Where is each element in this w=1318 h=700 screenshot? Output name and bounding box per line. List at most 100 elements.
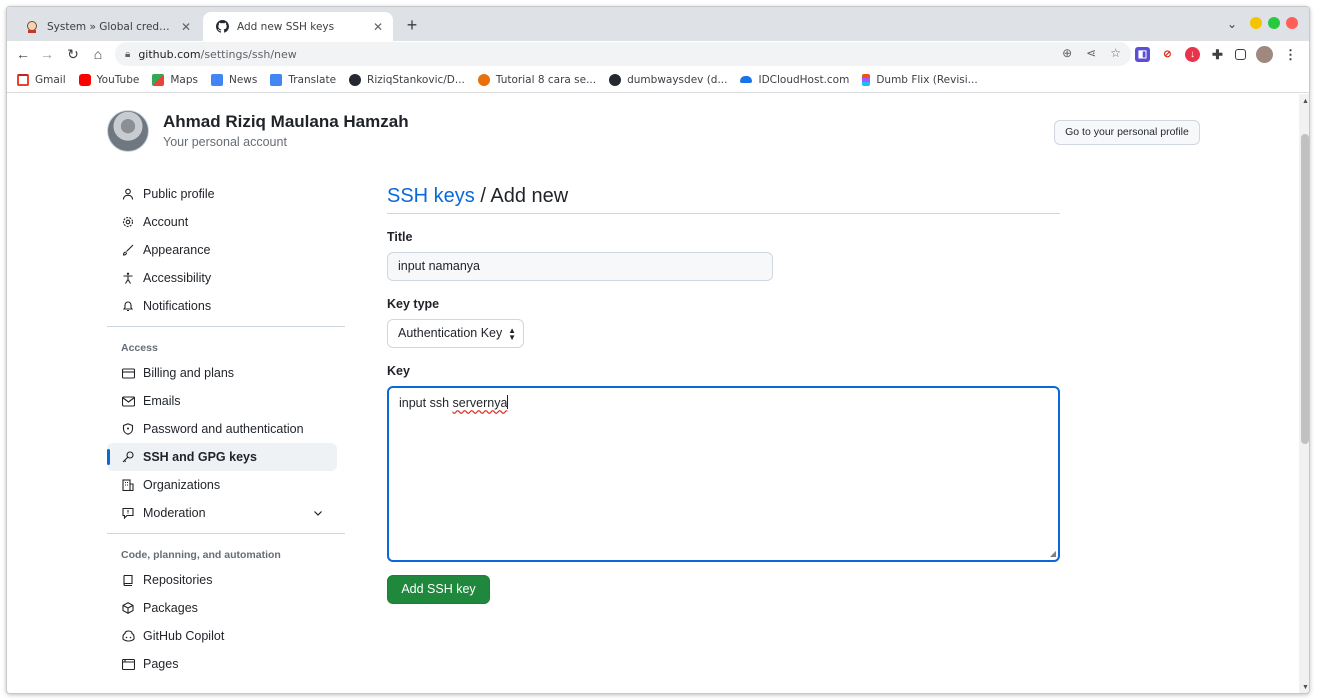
sidebar-item-github-copilot[interactable]: GitHub Copilot bbox=[107, 622, 347, 650]
go-to-profile-button[interactable]: Go to your personal profile bbox=[1054, 120, 1200, 145]
sidebar-item-label: Repositories bbox=[143, 573, 213, 587]
browser-toolbar: ← → ↻ ⌂ 🔒︎ github.com/settings/ssh/new ⊕… bbox=[7, 41, 1309, 67]
bookmark-dumbflix[interactable]: Dumb Flix (Revisi... bbox=[862, 73, 978, 86]
lock-icon[interactable]: 🔒︎ bbox=[125, 49, 130, 60]
sidebar-item-label: Moderation bbox=[143, 506, 206, 520]
sidebar-heading-access: Access bbox=[121, 342, 158, 354]
tab-jenkins-credentials[interactable]: System » Global credentials (u ✕ bbox=[13, 12, 201, 41]
sidebar-item-emails[interactable]: Emails bbox=[107, 387, 347, 415]
youtube-icon bbox=[78, 73, 91, 86]
close-icon[interactable]: ✕ bbox=[179, 20, 193, 34]
bookmark-dumbwaysdev[interactable]: dumbwaysdev (d... bbox=[609, 73, 727, 86]
sidebar-item-label: SSH and GPG keys bbox=[143, 450, 257, 464]
minimize-button[interactable] bbox=[1250, 17, 1262, 29]
sidebar-item-account[interactable]: Account bbox=[107, 208, 347, 236]
repo-icon bbox=[121, 573, 135, 587]
key-label: Key bbox=[387, 364, 410, 378]
sidebar-item-organizations[interactable]: Organizations bbox=[107, 471, 347, 499]
scroll-down-arrow-icon[interactable]: ▼ bbox=[1302, 684, 1309, 691]
sidebar-item-password-authentication[interactable]: Password and authentication bbox=[107, 415, 347, 443]
github-settings-page: Ahmad Riziq Maulana Hamzah Your personal… bbox=[7, 94, 1297, 693]
extension-purple-icon[interactable]: ◧ bbox=[1135, 47, 1150, 62]
close-icon[interactable]: ✕ bbox=[371, 20, 385, 34]
paintbrush-icon bbox=[121, 243, 135, 257]
report-icon bbox=[121, 506, 135, 520]
chevron-down-icon[interactable] bbox=[313, 507, 323, 521]
bookmark-youtube[interactable]: YouTube bbox=[78, 73, 139, 86]
bookmarks-bar: Gmail YouTube Maps News Translate RiziqS… bbox=[7, 67, 1309, 93]
home-icon[interactable]: ⌂ bbox=[88, 44, 108, 64]
avatar[interactable] bbox=[107, 110, 149, 152]
sidebar-item-accessibility[interactable]: Accessibility bbox=[107, 264, 347, 292]
bookmark-gmail[interactable]: Gmail bbox=[17, 73, 66, 86]
sidebar-item-label: Account bbox=[143, 215, 189, 229]
copilot-icon bbox=[121, 629, 135, 643]
account-name: Ahmad Riziq Maulana Hamzah bbox=[163, 112, 409, 131]
tab-strip: System » Global credentials (u ✕ Add new… bbox=[7, 7, 1309, 41]
sidebar-divider bbox=[107, 533, 345, 534]
bookmark-translate[interactable]: Translate bbox=[270, 73, 336, 86]
tab-add-ssh-keys[interactable]: Add new SSH keys ✕ bbox=[203, 12, 393, 41]
star-bookmark-icon[interactable]: ☆ bbox=[1110, 46, 1121, 60]
sidebar-item-appearance[interactable]: Appearance bbox=[107, 236, 347, 264]
text-caret bbox=[507, 395, 509, 409]
breadcrumb-ssh-keys-link[interactable]: SSH keys bbox=[387, 185, 475, 207]
sidebar-item-pages[interactable]: Pages bbox=[107, 650, 347, 678]
mail-icon bbox=[121, 394, 135, 408]
key-text-misspelled: servernya bbox=[452, 396, 508, 410]
profile-avatar-icon[interactable] bbox=[1256, 46, 1273, 63]
sidebar-item-repositories[interactable]: Repositories bbox=[107, 566, 347, 594]
sidebar-item-label: Password and authentication bbox=[143, 422, 304, 436]
kebab-menu-icon[interactable]: ⋮ bbox=[1283, 47, 1298, 62]
jenkins-icon bbox=[25, 20, 39, 34]
sidebar-divider bbox=[107, 326, 345, 327]
bookmark-idcloudhost[interactable]: IDCloudHost.com bbox=[740, 74, 849, 86]
sidebar-item-notifications[interactable]: Notifications bbox=[107, 292, 347, 320]
scrollbar-thumb[interactable] bbox=[1301, 134, 1309, 444]
maximize-button[interactable] bbox=[1268, 17, 1280, 29]
bookmark-tutorial[interactable]: Tutorial 8 cara se... bbox=[477, 73, 596, 86]
extension-download-icon[interactable]: ↓ bbox=[1185, 47, 1200, 62]
sidebar-item-billing[interactable]: Billing and plans bbox=[107, 359, 347, 387]
github-icon bbox=[215, 20, 229, 34]
side-panel-icon[interactable] bbox=[1235, 49, 1246, 60]
key-textarea[interactable]: input ssh servernya ◢ bbox=[387, 386, 1060, 562]
gmail-icon bbox=[17, 73, 29, 86]
bookmark-riziqstankovic[interactable]: RiziqStankovic/D... bbox=[349, 73, 465, 86]
gear-icon bbox=[121, 215, 135, 229]
puzzle-extensions-icon[interactable]: ✚ bbox=[1210, 47, 1225, 62]
scroll-up-arrow-icon[interactable]: ▲ bbox=[1302, 98, 1309, 105]
package-icon bbox=[121, 601, 135, 615]
key-type-select[interactable]: Authentication Key ▲ ▼ bbox=[387, 319, 524, 348]
cloud-icon bbox=[740, 76, 753, 83]
resize-grip-icon[interactable]: ◢ bbox=[1050, 549, 1056, 558]
sidebar-item-label: GitHub Copilot bbox=[143, 629, 225, 643]
share-icon[interactable]: ⋖ bbox=[1086, 46, 1096, 60]
reload-icon[interactable]: ↻ bbox=[63, 44, 83, 64]
page-title: SSH keys / Add new bbox=[387, 180, 1060, 214]
sidebar-item-label: Appearance bbox=[143, 243, 211, 257]
sidebar-item-packages[interactable]: Packages bbox=[107, 594, 347, 622]
extension-eye-icon[interactable]: ⊘ bbox=[1160, 47, 1175, 62]
add-ssh-key-form: SSH keys / Add new Title input namanya K… bbox=[387, 180, 1060, 604]
zoom-icon[interactable]: ⊕ bbox=[1062, 46, 1072, 60]
add-ssh-key-button[interactable]: Add SSH key bbox=[387, 575, 490, 604]
address-bar[interactable]: 🔒︎ github.com/settings/ssh/new ⊕ ⋖ ☆ bbox=[115, 42, 1131, 66]
forward-arrow-icon[interactable]: → bbox=[37, 44, 57, 64]
shield-lock-icon bbox=[121, 422, 135, 436]
sidebar-item-label: Pages bbox=[143, 657, 179, 671]
tab-search-chevron-icon[interactable]: ⌄ bbox=[1227, 17, 1237, 31]
tab-title: System » Global credentials (u bbox=[47, 20, 173, 33]
bookmark-maps[interactable]: Maps bbox=[152, 73, 198, 86]
sidebar-item-label: Emails bbox=[143, 394, 181, 408]
title-input[interactable]: input namanya bbox=[387, 252, 773, 281]
sidebar-item-public-profile[interactable]: Public profile bbox=[107, 180, 347, 208]
bookmark-news[interactable]: News bbox=[210, 73, 257, 86]
sidebar-item-moderation[interactable]: Moderation bbox=[107, 499, 347, 527]
new-tab-button[interactable]: + bbox=[401, 15, 423, 37]
sidebar-item-ssh-gpg-keys[interactable]: SSH and GPG keys bbox=[107, 443, 337, 471]
back-arrow-icon[interactable]: ← bbox=[13, 44, 33, 64]
close-window-button[interactable] bbox=[1286, 17, 1298, 29]
news-icon bbox=[210, 73, 223, 86]
page-scrollbar[interactable]: ▲ ▼ bbox=[1299, 94, 1309, 693]
